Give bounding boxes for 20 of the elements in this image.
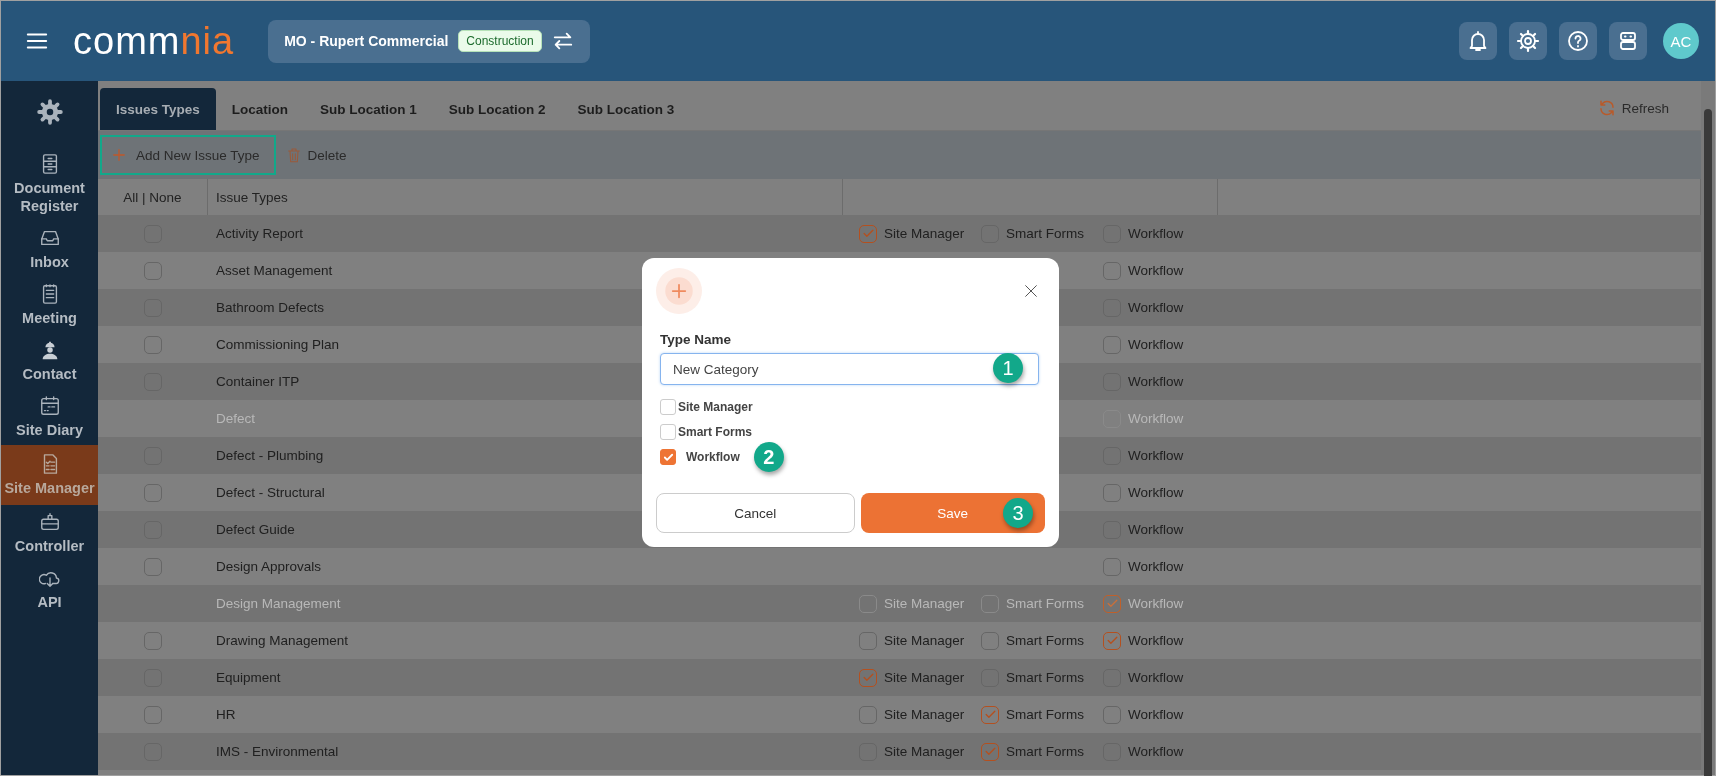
issue-type-name: Drawing Management [216, 633, 349, 648]
project-name: MO - Rupert Commercial [284, 33, 449, 49]
issue-type-name: Asset Management [216, 263, 333, 278]
issue-type-name: Equipment [216, 670, 281, 685]
issue-type-name: HR [216, 707, 236, 722]
field-label: Type Name [660, 332, 733, 347]
issue-type-name: IMS - Environmental [216, 744, 339, 759]
issue-type-name: Defect [216, 411, 256, 426]
issue-type-name: Commissioning Plan [216, 337, 340, 352]
step-badge: 2 [753, 442, 784, 472]
logo: commnia [73, 19, 235, 63]
issue-type-name: Container ITP [216, 374, 300, 389]
project-type-badge: Construction [458, 30, 542, 52]
issue-type-name: Design Management [216, 596, 341, 611]
issue-type-name: Design Approvals [216, 559, 322, 574]
issue-type-name: Defect - Structural [216, 485, 325, 500]
issue-type-name: Defect Guide [216, 522, 295, 537]
issue-type-name: Bathroom Defects [216, 300, 325, 315]
issue-type-name: Defect - Plumbing [216, 448, 324, 463]
issue-type-name: Activity Report [216, 226, 304, 241]
